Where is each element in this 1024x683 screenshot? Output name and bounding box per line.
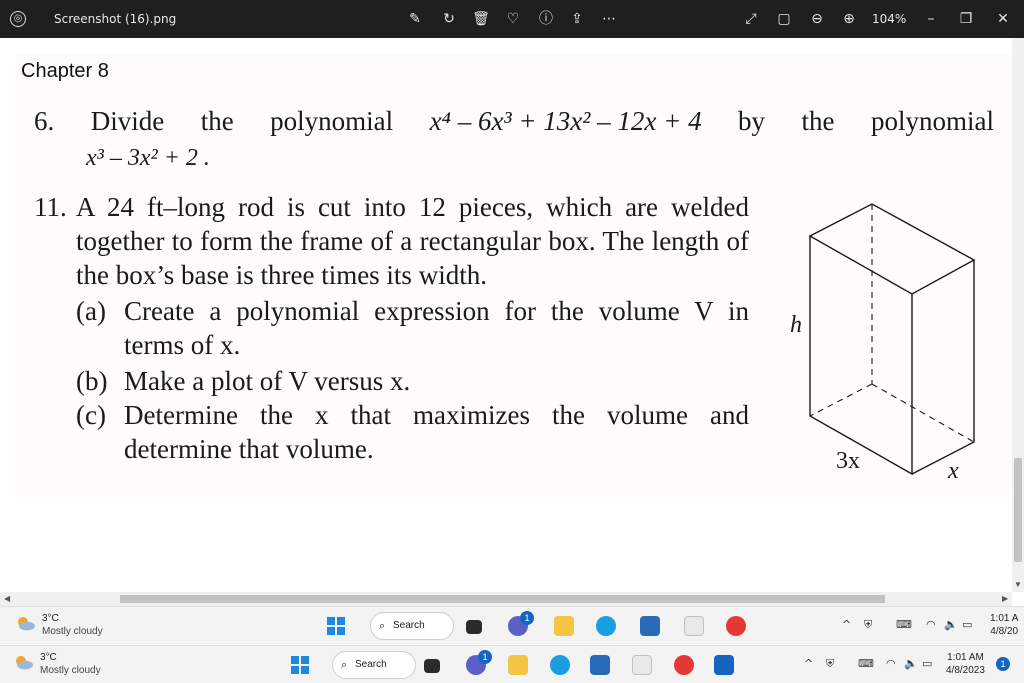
- rotate-icon[interactable]: ↻: [440, 10, 458, 28]
- part-text: Make a plot of V versus x.: [124, 366, 411, 396]
- part-label: (a): [76, 296, 106, 326]
- start-button[interactable]: [291, 656, 309, 674]
- photos-icon[interactable]: [632, 655, 652, 675]
- word: by: [738, 106, 766, 136]
- width-label: x: [947, 458, 959, 484]
- scroll-left-icon[interactable]: ◀: [4, 594, 10, 603]
- fit-icon[interactable]: ▢: [775, 10, 793, 28]
- chat-badge: 1: [520, 611, 534, 625]
- word: the: [801, 106, 835, 136]
- photos-viewer-app-icon[interactable]: [714, 655, 734, 675]
- word: the: [200, 106, 234, 136]
- polynomial-divisor: x³ – 3x² + 2 .: [86, 145, 210, 171]
- more-icon[interactable]: ⋯: [600, 10, 618, 28]
- horizontal-scroll-thumb[interactable]: [120, 595, 885, 603]
- taskbar: 3°C Mostly cloudy ⌕ Search 1 ^ ⛨ ⌨ ◠ 🔈 ▭…: [0, 645, 1024, 683]
- delete-icon[interactable]: 🗑: [472, 10, 490, 28]
- favorite-icon[interactable]: ♡: [504, 10, 522, 28]
- weather-temp[interactable]: 3°C: [42, 613, 59, 624]
- security-icon[interactable]: ⛨: [864, 618, 872, 632]
- restore-button[interactable]: ❐: [955, 8, 977, 30]
- edit-image-icon[interactable]: ✎: [406, 10, 424, 28]
- chapter-heading: Chapter 8: [21, 60, 109, 82]
- weather-cloud-icon: [16, 656, 33, 670]
- share-icon[interactable]: ⇪: [568, 10, 586, 28]
- wifi-icon[interactable]: ◠: [926, 618, 936, 631]
- clock-date: 4/8/2023: [946, 665, 985, 676]
- battery-icon[interactable]: ▭: [922, 657, 932, 670]
- close-button[interactable]: ✕: [992, 8, 1014, 30]
- start-button[interactable]: [327, 617, 345, 635]
- part-label: (c): [76, 400, 106, 430]
- problem-number: 11.: [34, 192, 67, 222]
- task-view-icon[interactable]: [466, 620, 482, 634]
- box-figure: h 3x x: [790, 203, 976, 484]
- problem-number: 6.: [34, 106, 55, 136]
- weather-cloud-icon: [18, 617, 35, 631]
- zoom-level[interactable]: 104%: [872, 12, 906, 26]
- zoom-in-icon[interactable]: ⊕: [840, 10, 858, 28]
- notification-badge[interactable]: 1: [996, 657, 1010, 671]
- search-icon: ⌕: [341, 659, 348, 671]
- clock-time: 1:01 A: [990, 613, 1019, 624]
- taskbar: 3°C Mostly cloudy ⌕ Search 1 ^ ⛨ ⌨ ◠ 🔈 ▭…: [0, 606, 1024, 644]
- scroll-down-icon[interactable]: ▼: [1014, 580, 1022, 589]
- vertical-scroll-thumb[interactable]: [1014, 458, 1022, 562]
- search-label: Search: [393, 620, 425, 631]
- part-text: Create a polynomial expression for the v…: [124, 296, 749, 360]
- clock[interactable]: 1:01 A 4/8/20: [990, 612, 1018, 638]
- search-icon: ⌕: [379, 620, 386, 632]
- edge-browser-icon[interactable]: [596, 616, 616, 636]
- clock-date: 4/8/20: [990, 626, 1019, 637]
- chat-badge: 1: [478, 650, 492, 664]
- store-icon[interactable]: [640, 616, 660, 636]
- keyboard-icon[interactable]: ⌨: [858, 657, 874, 670]
- part-label: (b): [76, 366, 108, 396]
- word: polynomial: [270, 106, 394, 136]
- length-label: 3x: [836, 448, 860, 474]
- problem-6-line1: 6. Divide the polynomial x⁴ – 6x³ + 13x²…: [34, 106, 994, 137]
- info-icon[interactable]: ⓘ: [537, 10, 555, 28]
- clock-time: 1:01 AM: [947, 652, 984, 663]
- word: Divide: [90, 106, 165, 136]
- part-text: Determine the x that maximizes the volum…: [124, 400, 749, 464]
- zoom-out-icon[interactable]: ⊖: [808, 10, 826, 28]
- chrome-icon[interactable]: [726, 616, 746, 636]
- file-explorer-icon[interactable]: [554, 616, 574, 636]
- taskbar-search[interactable]: ⌕ Search: [332, 651, 416, 679]
- task-view-icon[interactable]: [424, 659, 440, 673]
- chrome-icon[interactable]: [674, 655, 694, 675]
- expand-icon[interactable]: ⤢: [742, 10, 760, 28]
- polynomial-dividend: x⁴ – 6x³ + 13x² – 12x + 4: [429, 106, 702, 136]
- security-icon[interactable]: ⛨: [826, 657, 834, 671]
- weather-condition[interactable]: Mostly cloudy: [40, 665, 101, 676]
- problem-11-text: A 24 ft–long rod is cut into 12 pieces, …: [76, 192, 749, 290]
- weather-temp[interactable]: 3°C: [40, 652, 57, 663]
- store-icon[interactable]: [590, 655, 610, 675]
- word: polynomial: [870, 106, 994, 136]
- volume-icon[interactable]: 🔈: [904, 657, 918, 670]
- title-bar: ◎ Screenshot (16).png ✎ ↻ 🗑 ♡ ⓘ ⇪ ⋯ ⤢ ▢ …: [0, 0, 1024, 38]
- photos-icon[interactable]: [684, 616, 704, 636]
- photos-app-icon: ◎: [10, 11, 26, 27]
- weather-condition[interactable]: Mostly cloudy: [42, 626, 103, 637]
- edge-browser-icon[interactable]: [550, 655, 570, 675]
- keyboard-icon[interactable]: ⌨: [896, 618, 912, 631]
- wifi-icon[interactable]: ◠: [886, 657, 896, 670]
- scroll-right-icon[interactable]: ▶: [1002, 594, 1008, 603]
- clock[interactable]: 1:01 AM 4/8/2023: [946, 651, 985, 677]
- window-title: Screenshot (16).png: [54, 12, 177, 26]
- taskbar-search[interactable]: ⌕ Search: [370, 612, 454, 640]
- show-hidden-icons[interactable]: ^: [804, 657, 813, 670]
- file-explorer-icon[interactable]: [508, 655, 528, 675]
- battery-icon[interactable]: ▭: [962, 618, 972, 631]
- search-label: Search: [355, 659, 387, 670]
- minimize-button[interactable]: –: [920, 8, 942, 30]
- show-hidden-icons[interactable]: ^: [842, 618, 851, 631]
- height-label: h: [790, 312, 802, 338]
- volume-icon[interactable]: 🔈: [944, 618, 958, 631]
